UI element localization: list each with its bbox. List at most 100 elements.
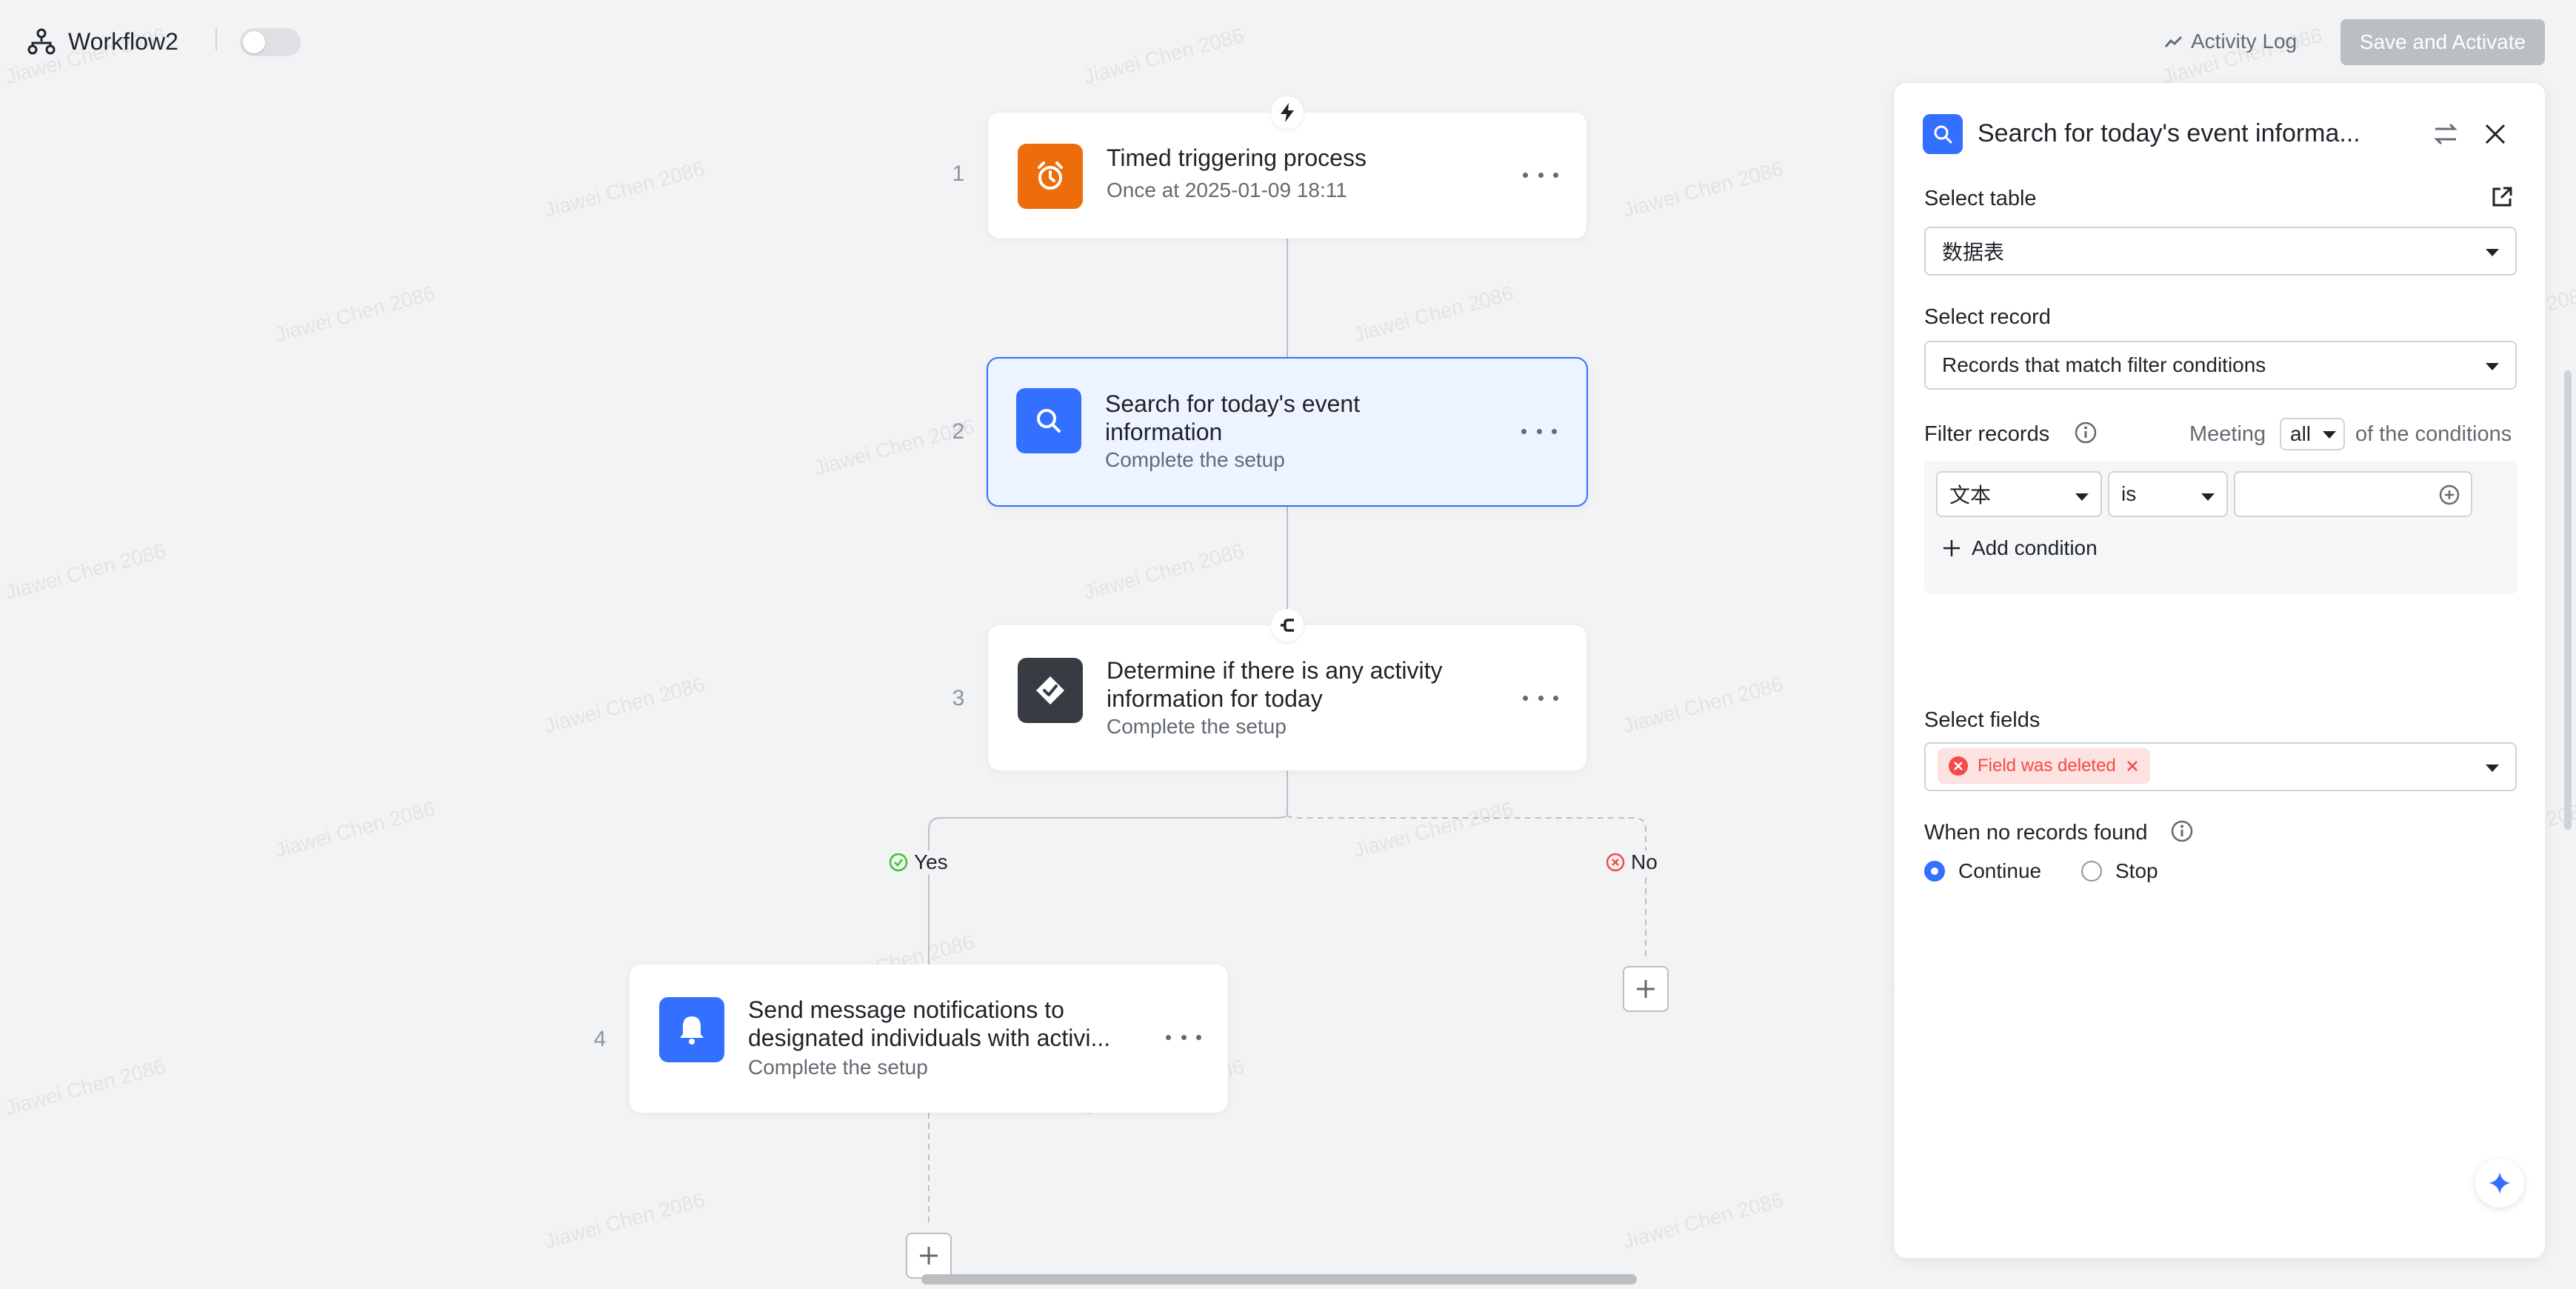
- add-condition-button[interactable]: Add condition: [1942, 536, 2098, 560]
- option-continue[interactable]: Continue: [1924, 859, 2041, 883]
- header-divider: [216, 28, 217, 50]
- connector-line: [1287, 507, 1288, 625]
- plus-icon: [920, 1247, 938, 1265]
- match-mode-value: all: [2290, 422, 2312, 445]
- lightning-icon: [1271, 96, 1304, 129]
- select-table-label: Select table: [1924, 187, 2037, 210]
- swap-icon[interactable]: [2432, 121, 2459, 147]
- record-select[interactable]: Records that match filter conditions: [1924, 341, 2517, 390]
- radio-stop[interactable]: [2081, 861, 2102, 882]
- node-config-panel: Search for today's event informa... Sele…: [1895, 83, 2545, 1258]
- activate-toggle[interactable]: [240, 28, 301, 56]
- add-step-button[interactable]: [906, 1233, 952, 1279]
- plus-icon: [1637, 980, 1655, 998]
- activity-log-link[interactable]: Activity Log: [2164, 27, 2297, 56]
- condition-field-value: 文本: [1949, 484, 1992, 507]
- chevron-down-icon: [2486, 249, 2499, 256]
- table-select-value: 数据表: [1942, 241, 2005, 264]
- workflow-icon: [27, 28, 56, 55]
- chevron-down-icon: [2075, 493, 2089, 501]
- search-icon: [1016, 388, 1081, 453]
- watermark-text: Jiawei Chen 2086: [272, 281, 438, 347]
- chevron-down-icon: [2486, 765, 2499, 772]
- add-step-button[interactable]: [1623, 966, 1669, 1012]
- alarm-clock-icon: [1018, 144, 1083, 209]
- deleted-field-tag: Field was deleted: [1938, 748, 2150, 784]
- branch-yes: Yes: [886, 850, 951, 874]
- node-subtitle: Complete the setup: [748, 1056, 928, 1079]
- error-icon: [1949, 756, 1968, 776]
- vertical-scrollbar[interactable]: [2564, 370, 2572, 830]
- of-conditions-label: of the conditions: [2355, 422, 2512, 446]
- node-subtitle: Complete the setup: [1107, 715, 1287, 738]
- more-options-icon[interactable]: [1166, 1028, 1201, 1046]
- table-select[interactable]: 数据表: [1924, 227, 2517, 276]
- horizontal-scrollbar[interactable]: [921, 1274, 1637, 1285]
- node-send-notification[interactable]: Send message notifications to designated…: [630, 965, 1228, 1113]
- info-icon[interactable]: [2170, 819, 2194, 843]
- activity-log-label: Activity Log: [2191, 30, 2298, 53]
- check-circle-icon: [889, 853, 908, 872]
- connector-line: [1287, 239, 1288, 357]
- node-title: Determine if there is any activity infor…: [1107, 657, 1443, 712]
- step-number: 4: [593, 1027, 607, 1051]
- node-title: Search for today's event information: [1105, 390, 1361, 445]
- condition-value-input[interactable]: [2234, 471, 2472, 517]
- condition-icon: [1018, 658, 1083, 723]
- more-options-icon[interactable]: [1521, 422, 1557, 440]
- node-search-events[interactable]: Search for today's event information Com…: [987, 357, 1588, 507]
- condition-field-select[interactable]: 文本: [1936, 471, 2102, 517]
- step-number: 2: [952, 419, 965, 444]
- remove-tag-icon[interactable]: [2125, 759, 2140, 773]
- add-variable-icon[interactable]: [2438, 484, 2460, 506]
- ai-assistant-button[interactable]: [2475, 1159, 2524, 1208]
- match-mode-select[interactable]: all: [2280, 418, 2345, 450]
- node-timed-trigger[interactable]: Timed triggering process Once at 2025-01…: [988, 113, 1586, 239]
- node-title: Timed triggering process: [1107, 144, 1367, 171]
- panel-title: Search for today's event informa...: [1978, 119, 2360, 147]
- node-title: Send message notifications to designated…: [748, 996, 1111, 1051]
- step-number: 1: [952, 161, 965, 186]
- add-condition-label: Add condition: [1972, 536, 2098, 559]
- deleted-field-label: Field was deleted: [1978, 756, 2116, 776]
- plus-icon: [1943, 540, 1960, 556]
- chevron-down-icon: [2323, 431, 2336, 439]
- close-icon[interactable]: [2483, 121, 2508, 147]
- filter-records-label: Filter records: [1924, 422, 2050, 446]
- branch-icon: [1271, 609, 1304, 642]
- more-options-icon[interactable]: [1523, 689, 1558, 707]
- sparkle-icon: [2489, 1172, 2511, 1194]
- connector-line: [1287, 770, 1288, 815]
- watermark-text: Jiawei Chen 2086: [541, 672, 707, 738]
- more-options-icon[interactable]: [1523, 166, 1558, 184]
- chevron-down-icon: [2201, 493, 2215, 501]
- watermark-text: Jiawei Chen 2086: [1081, 539, 1247, 604]
- bell-icon: [659, 997, 724, 1062]
- meeting-label: Meeting: [2189, 422, 2266, 446]
- chevron-down-icon: [2486, 363, 2499, 370]
- watermark-text: Jiawei Chen 2086: [541, 156, 707, 222]
- select-record-label: Select record: [1924, 305, 2051, 329]
- toggle-knob: [243, 31, 265, 53]
- trend-icon: [2164, 36, 2183, 47]
- node-subtitle: Complete the setup: [1105, 448, 1285, 471]
- step-number: 3: [952, 686, 965, 710]
- radio-continue[interactable]: [1924, 861, 1945, 882]
- record-select-value: Records that match filter conditions: [1942, 353, 2266, 376]
- filter-conditions-box: 文本 is Add condition: [1924, 461, 2517, 594]
- save-and-activate-button[interactable]: Save and Activate: [2340, 19, 2545, 65]
- branch-yes-label: Yes: [914, 850, 948, 873]
- node-subtitle: Once at 2025-01-09 18:11: [1107, 179, 1347, 201]
- info-icon[interactable]: [2074, 421, 2098, 444]
- condition-operator-select[interactable]: is: [2108, 471, 2228, 517]
- no-records-label: When no records found: [1924, 821, 2148, 845]
- workflow-title[interactable]: Workflow2: [68, 27, 178, 56]
- watermark-text: Jiawei Chen 2086: [2, 1054, 168, 1120]
- external-link-icon[interactable]: [2490, 185, 2514, 209]
- watermark-text: Jiawei Chen 2086: [272, 796, 438, 862]
- search-icon: [1923, 114, 1963, 154]
- x-circle-icon: [1606, 853, 1625, 872]
- node-condition[interactable]: Determine if there is any activity infor…: [988, 625, 1586, 770]
- watermark-text: Jiawei Chen 2086: [541, 1188, 707, 1253]
- option-stop[interactable]: Stop: [2081, 859, 2158, 883]
